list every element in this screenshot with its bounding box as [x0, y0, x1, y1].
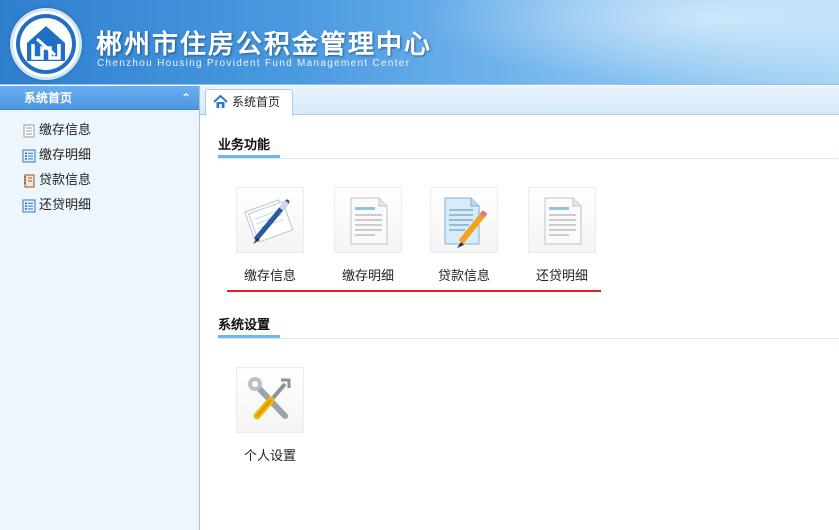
tile-label: 个人设置 [243, 449, 296, 464]
sidebar-item-label: 缴存明细 [39, 148, 92, 163]
tile-deposit-info[interactable]: 缴存信息 [222, 187, 308, 287]
tile-loan-info[interactable]: 贷款信息 [416, 187, 502, 287]
header-glow [419, 0, 839, 84]
document-icon [23, 124, 35, 137]
tile-label: 还贷明细 [535, 269, 588, 284]
tab-bar: 系统首页 [200, 86, 839, 116]
tile-icon-box [334, 187, 402, 253]
tile-label: 贷款信息 [437, 269, 490, 284]
logo [10, 8, 82, 80]
main-content: 业务功能 缴存信息 缴存明细 贷款信息 还贷明细 系统设置 个人设置 [200, 116, 839, 530]
pencil-document-icon [444, 197, 488, 248]
sidebar-item-label: 贷款信息 [39, 173, 92, 188]
sidebar-item-label: 缴存信息 [39, 123, 92, 138]
tile-deposit-detail[interactable]: 缴存明细 [320, 187, 406, 287]
highlight-underline [227, 290, 601, 292]
app-header: 郴州市住房公积金管理中心 Chenzhou Housing Provident … [0, 0, 839, 85]
document-icon [544, 197, 582, 245]
tile-repayment-detail[interactable]: 还贷明细 [514, 187, 600, 287]
tile-icon-box [528, 187, 596, 253]
list-icon [22, 149, 36, 162]
section-title-settings: 系统设置 [218, 318, 271, 333]
sidebar-header[interactable]: 系统首页 ⌃ [0, 86, 199, 110]
section-divider [218, 338, 839, 339]
collapse-icon[interactable]: ⌃ [181, 86, 191, 110]
sidebar-title: 系统首页 [24, 91, 73, 105]
sidebar: 系统首页 ⌃ 缴存信息 缴存明细 贷款信息 还贷明细 [0, 86, 200, 530]
tools-icon [248, 377, 291, 420]
tile-personal-settings[interactable]: 个人设置 [222, 367, 308, 467]
sidebar-menu: 缴存信息 缴存明细 贷款信息 还贷明细 [0, 110, 199, 218]
list-icon [22, 199, 36, 212]
section-title-business: 业务功能 [218, 138, 271, 153]
sidebar-item-deposit-detail[interactable]: 缴存明细 [0, 143, 199, 168]
house-logo-icon [16, 14, 76, 74]
tile-label: 缴存明细 [341, 269, 394, 284]
sidebar-item-deposit-info[interactable]: 缴存信息 [0, 118, 199, 143]
app-title: 郴州市住房公积金管理中心 [96, 30, 433, 60]
sidebar-item-loan-info[interactable]: 贷款信息 [0, 168, 199, 193]
home-icon [213, 95, 228, 108]
tab-label: 系统首页 [232, 95, 281, 109]
tab-home[interactable]: 系统首页 [205, 89, 293, 116]
sidebar-item-repayment-detail[interactable]: 还贷明细 [0, 193, 199, 218]
notebook-icon [24, 174, 35, 187]
sidebar-item-label: 还贷明细 [39, 198, 92, 213]
tile-icon-box [236, 367, 304, 433]
tile-icon-box [236, 187, 304, 253]
tile-icon-box [430, 187, 498, 253]
app-subtitle: Chenzhou Housing Provident Fund Manageme… [97, 58, 411, 69]
section-divider [218, 158, 839, 159]
tile-label: 缴存信息 [243, 269, 296, 284]
pen-paper-icon [244, 199, 294, 244]
document-icon [350, 197, 388, 245]
